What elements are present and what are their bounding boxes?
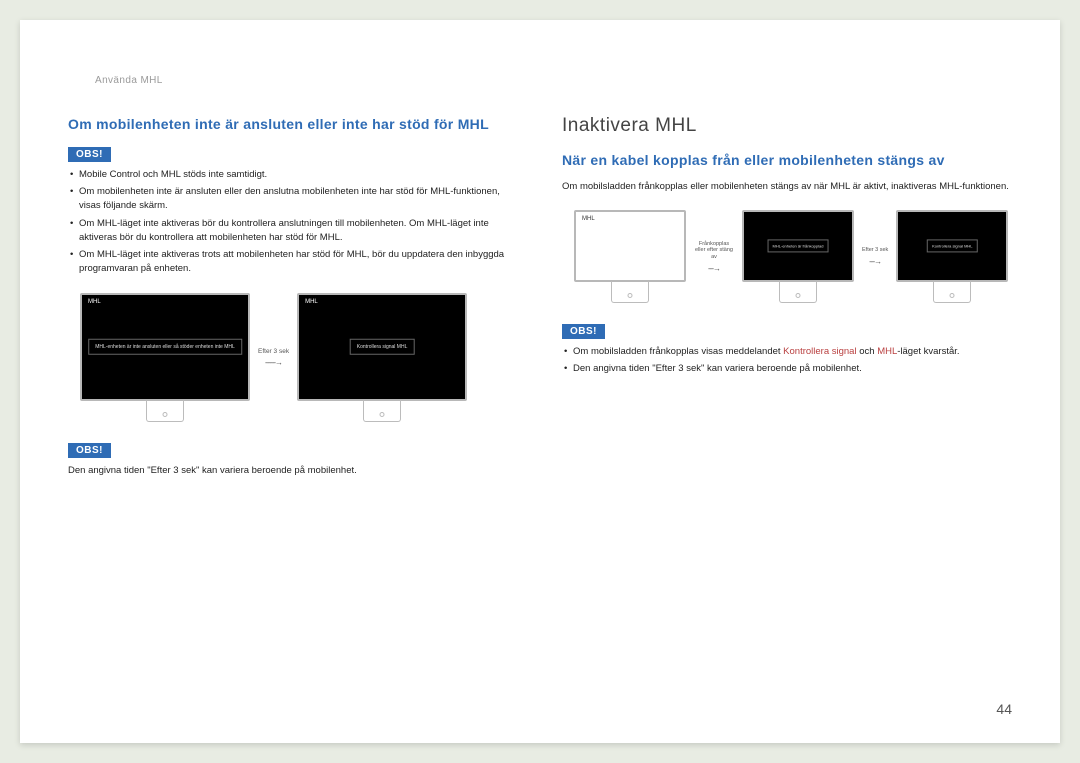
right-column: Inaktivera MHL När en kabel kopplas från… xyxy=(562,115,1012,488)
left-column: Om mobilenheten inte är ansluten eller i… xyxy=(68,115,518,488)
obs-badge: OBS! xyxy=(562,324,605,339)
list-item: Om MHL-läget inte aktiveras trots att mo… xyxy=(70,248,518,277)
obs-badge: OBS! xyxy=(68,147,111,162)
page-number: 44 xyxy=(996,701,1012,717)
section-title: Inaktivera MHL xyxy=(562,115,1012,137)
list-item: Den angivna tiden "Efter 3 sek" kan vari… xyxy=(564,362,1012,376)
arrow-icon: ---→ xyxy=(869,257,881,266)
highlight-text: MHL xyxy=(877,346,897,357)
monitor-message: MHL-enheten är inte ansluten eller så st… xyxy=(88,338,242,355)
arrow-label: Frånkopplas eller efter stäng av xyxy=(694,241,734,261)
monitor-label: MHL xyxy=(582,216,595,222)
page: Använda MHL Om mobilenheten inte är ansl… xyxy=(20,20,1060,743)
monitor-row-right: MHL Frånkopplas eller efter stäng av ---… xyxy=(574,210,1012,303)
list-item: Om MHL-läget inte aktiveras bör du kontr… xyxy=(70,217,518,246)
right-bullet-list: Om mobilsladden frånkopplas visas meddel… xyxy=(562,345,1012,377)
left-heading: Om mobilenheten inte är ansluten eller i… xyxy=(68,115,518,134)
arrow-label: Efter 3 sek xyxy=(258,348,289,355)
highlight-text: Kontrollera signal xyxy=(783,346,856,357)
list-item: Om mobilenheten inte är ansluten eller d… xyxy=(70,185,518,214)
arrow-icon: ---→ xyxy=(708,264,720,273)
monitor-2: MHL Kontrollera signal MHL xyxy=(297,293,467,422)
monitor-label: MHL xyxy=(305,299,318,305)
transition-arrow: Efter 3 sek ------→ xyxy=(258,348,289,367)
monitor-1: MHL MHL-enheten är inte ansluten eller s… xyxy=(80,293,250,422)
transition-arrow: Efter 3 sek ---→ xyxy=(862,247,888,266)
monitor-message: Kontrollera signal MHL xyxy=(350,338,415,355)
list-item: Om mobilsladden frånkopplas visas meddel… xyxy=(564,345,1012,359)
monitor-r2: MHL-enheten är frånkopplad xyxy=(742,210,854,303)
monitor-row-left: MHL MHL-enheten är inte ansluten eller s… xyxy=(80,293,518,422)
monitor-r3: Kontrollera signal MHL xyxy=(896,210,1008,303)
arrow-label: Efter 3 sek xyxy=(862,247,888,254)
transition-arrow: Frånkopplas eller efter stäng av ---→ xyxy=(694,241,734,273)
monitor-label: MHL xyxy=(88,299,101,305)
left-note: Den angivna tiden "Efter 3 sek" kan vari… xyxy=(68,464,518,478)
right-heading: När en kabel kopplas från eller mobilenh… xyxy=(562,151,1012,170)
obs-badge: OBS! xyxy=(68,443,111,458)
left-bullet-list-1: Mobile Control och MHL stöds inte samtid… xyxy=(68,168,518,277)
breadcrumb: Använda MHL xyxy=(95,75,163,86)
arrow-icon: ------→ xyxy=(265,358,282,367)
monitor-message: MHL-enheten är frånkopplad xyxy=(768,240,829,253)
monitor-r1: MHL xyxy=(574,210,686,303)
content-columns: Om mobilenheten inte är ansluten eller i… xyxy=(68,115,1012,488)
monitor-message: Kontrollera signal MHL xyxy=(927,240,977,253)
list-item: Mobile Control och MHL stöds inte samtid… xyxy=(70,168,518,182)
right-intro: Om mobilsladden frånkopplas eller mobile… xyxy=(562,180,1012,194)
